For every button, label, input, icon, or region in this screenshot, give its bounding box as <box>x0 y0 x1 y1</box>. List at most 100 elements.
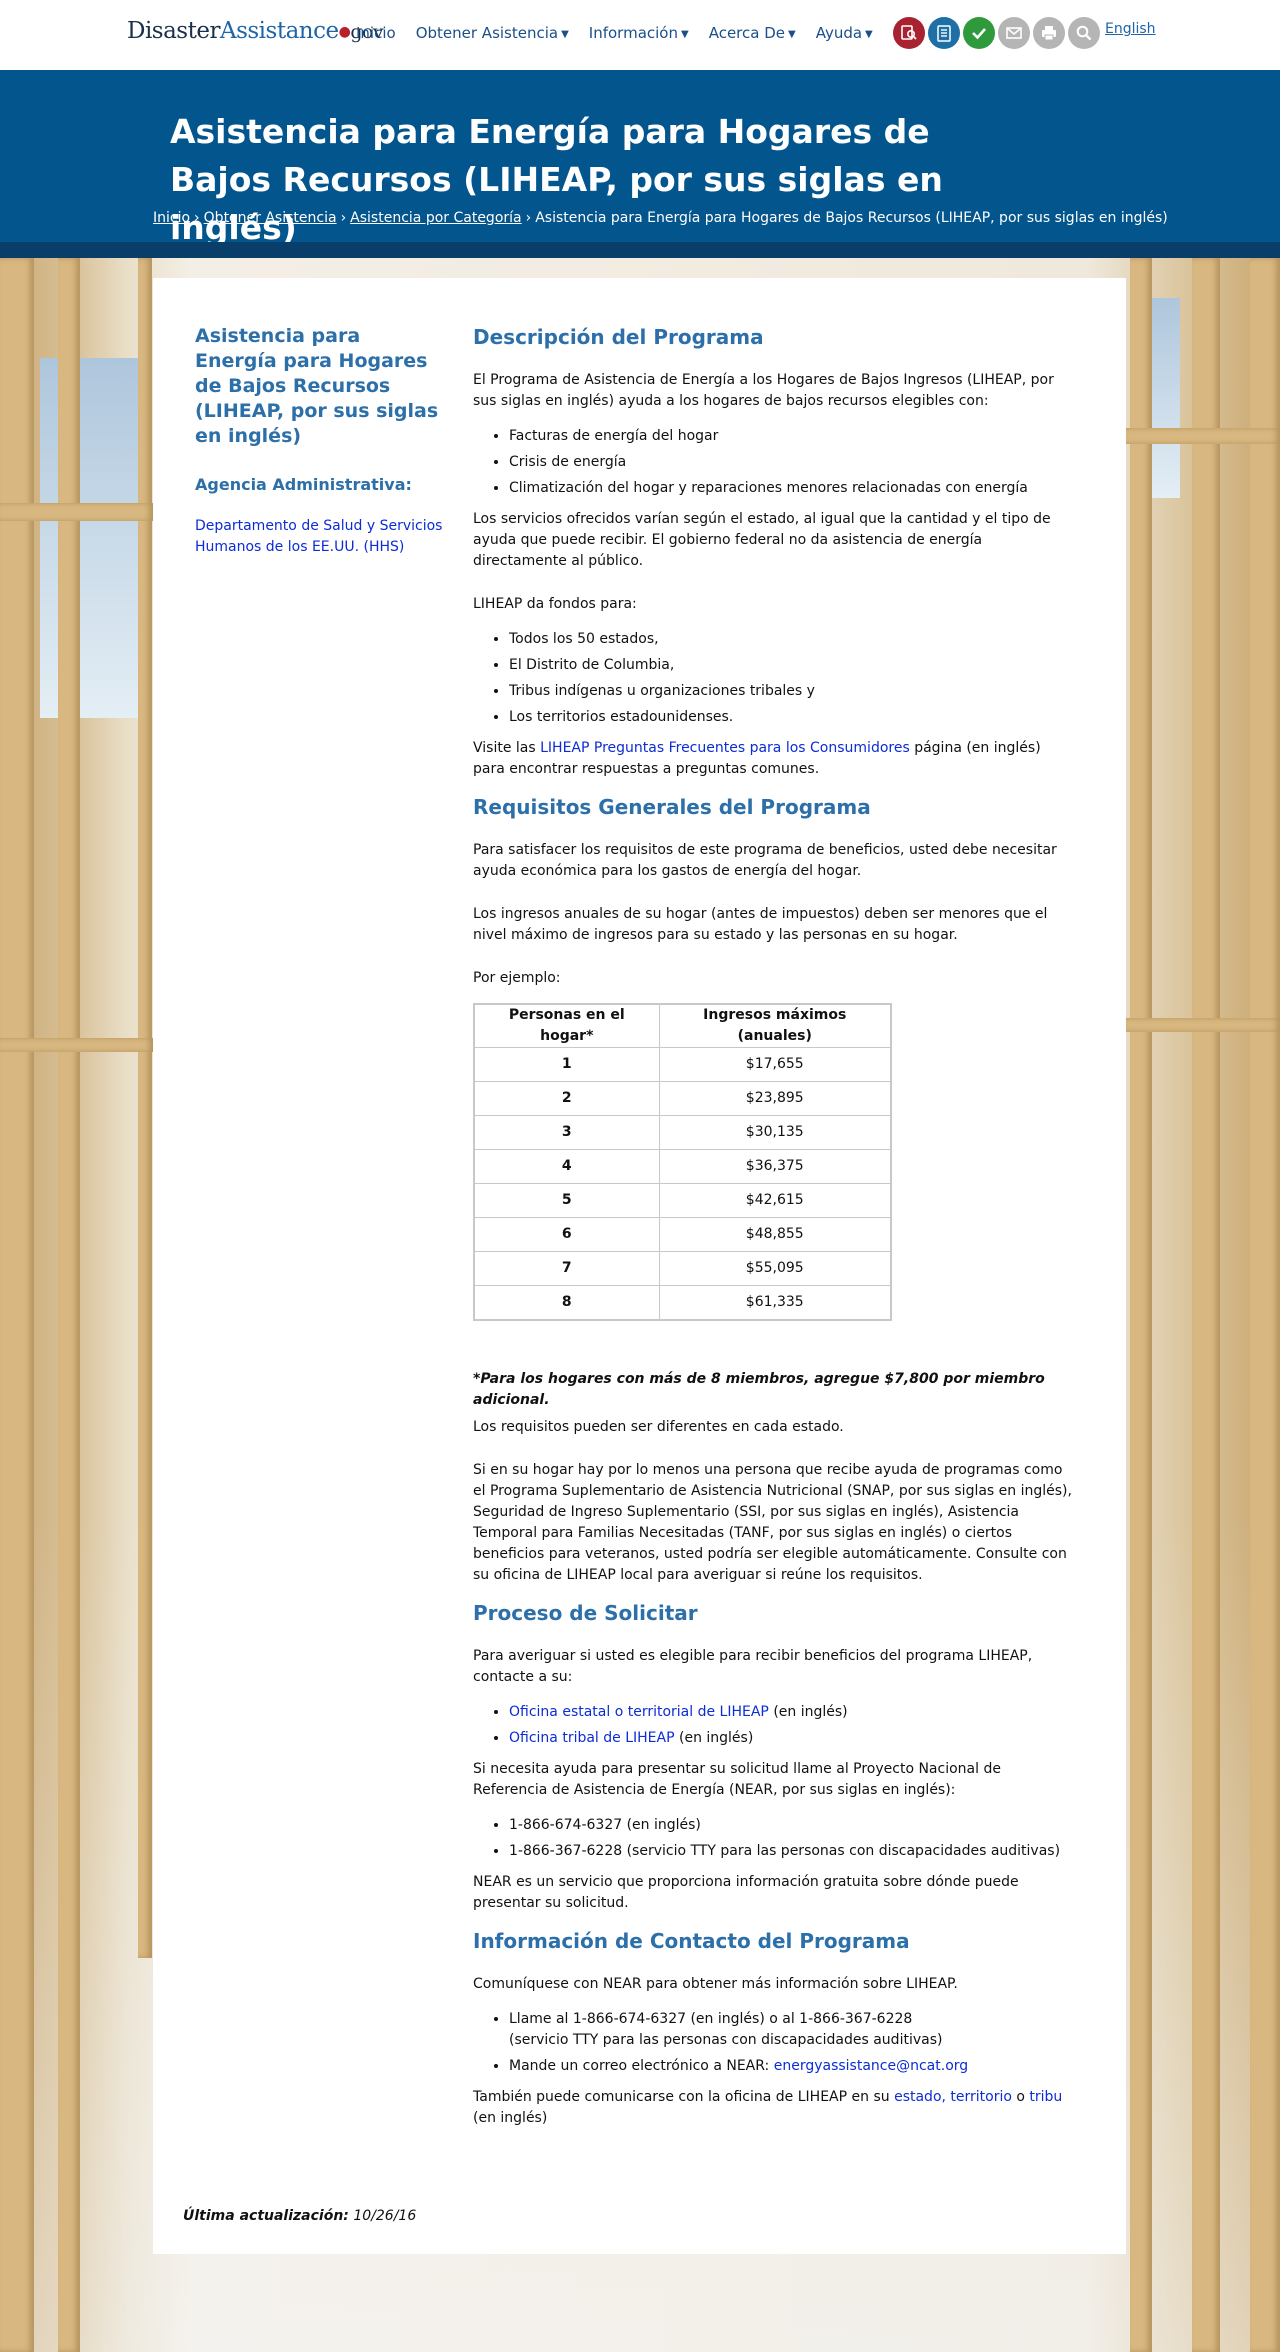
table-cell-persons: 5 <box>473 1183 660 1218</box>
page-banner: Asistencia para Energía para Hogares de … <box>0 70 1280 247</box>
table-cell-persons: 8 <box>473 1285 660 1320</box>
tribe-link[interactable]: tribu <box>1029 2089 1062 2105</box>
list-item: Los territorios estadounidenses. <box>509 707 1073 728</box>
apply-intro: Para averiguar si usted es elegible para… <box>473 1647 1033 1685</box>
table-cell-income: $36,375 <box>658 1149 892 1184</box>
near-intro: Si necesita ayuda para presentar su soli… <box>473 1760 1001 1798</box>
list-item: Oficina estatal o territorial de LIHEAP … <box>509 1702 1073 1723</box>
search-document-icon[interactable] <box>893 17 925 49</box>
table-cell-persons: 7 <box>473 1251 660 1286</box>
phones-list: 1-866-674-6327 (en inglés) 1-866-367-622… <box>473 1815 1073 1862</box>
state-office-link[interactable]: Oficina estatal o territorial de LIHEAP <box>509 1704 769 1720</box>
chevron-down-icon: ▼ <box>681 29 689 40</box>
list-item: El Distrito de Columbia, <box>509 655 1073 676</box>
checklist-icon[interactable] <box>928 17 960 49</box>
magnifier-icon[interactable] <box>1068 17 1100 49</box>
chevron-down-icon: ▼ <box>561 29 569 40</box>
section-heading-apply: Proceso de Solicitar <box>473 1600 698 1625</box>
breadcrumb-separator: › <box>194 210 200 226</box>
list-item: Todos los 50 estados, <box>509 629 1073 650</box>
table-header-income: Ingresos máximos (anuales) <box>658 1003 892 1048</box>
services-text: Los servicios ofrecidos varían según el … <box>473 511 1051 569</box>
breadcrumb-separator: › <box>340 210 347 226</box>
description-list: Facturas de energía del hogar Crisis de … <box>473 426 1073 499</box>
sidebar-title: Asistencia para Energía para Hogares de … <box>195 325 439 447</box>
email-icon[interactable] <box>998 17 1030 49</box>
table-cell-persons: 3 <box>473 1115 660 1150</box>
list-item: Facturas de energía del hogar <box>509 426 1073 447</box>
table-row: 7 $55,095 <box>473 1251 892 1286</box>
last-updated-label: Última actualización: <box>183 2208 349 2224</box>
nav-item-acerca-de[interactable]: Acerca De ▼ <box>709 24 796 42</box>
breadcrumb: Inicio › Obtener Asistencia › Asistencia por… <box>153 210 1168 226</box>
local-office-paragraph: También puede comunicarse con la oficina… <box>473 2088 1063 2126</box>
list-item: Llame al 1-866-674-6327 (en inglés) o al… <box>509 2009 1073 2051</box>
table-cell-persons: 2 <box>473 1081 660 1116</box>
main-content: Descripción del Programa El Programa de … <box>473 324 1073 2143</box>
table-row: 1 $17,655 <box>473 1047 892 1082</box>
nav-item-informacion[interactable]: Información ▼ <box>589 24 689 42</box>
description-intro: El Programa de Asistencia de Energía a l… <box>473 372 1054 409</box>
table-row: 5 $42,615 <box>473 1183 892 1218</box>
table-cell-income: $30,135 <box>658 1115 892 1150</box>
income-table: Personas en el hogar* Ingresos máximos (… <box>473 1003 892 1321</box>
breadcrumb-current: Asistencia para Energía para Hogares de … <box>535 210 1168 226</box>
requirements-p2: Los ingresos anuales de su hogar (antes … <box>473 906 1048 943</box>
requirements-p1: Para satisfacer los requisitos de este p… <box>473 842 1057 879</box>
last-updated-date: 10/26/16 <box>353 2208 417 2224</box>
list-item: 1-866-367-6228 (servicio TTY para las pe… <box>509 1841 1073 1862</box>
table-cell-income: $61,335 <box>658 1285 892 1320</box>
breadcrumb-link-inicio[interactable]: Inicio <box>153 210 190 226</box>
section-heading-description: Descripción del Programa <box>473 325 764 349</box>
list-item: Tribus indígenas u organizaciones tribal… <box>509 681 1073 702</box>
checkmark-icon[interactable] <box>963 17 995 49</box>
faq-link[interactable]: LIHEAP Preguntas Frecuentes para los Con… <box>540 740 910 756</box>
top-navigation-bar: DisasterAssistance●gov Inicio Obtener As… <box>0 0 1280 70</box>
english-language-link[interactable]: English <box>1105 21 1156 37</box>
table-cell-persons: 4 <box>473 1149 660 1184</box>
logo-text-assistance: Assistance <box>219 18 339 44</box>
list-item: Oficina tribal de LIHEAP (en inglés) <box>509 1728 1073 1749</box>
contact-list: Llame al 1-866-674-6327 (en inglés) o al… <box>473 2009 1073 2077</box>
main-nav: Inicio Obtener Asistencia ▼ Información ▼ … <box>356 24 893 42</box>
last-updated: Última actualización: 10/26/16 <box>183 2208 416 2224</box>
table-cell-persons: 1 <box>473 1047 660 1082</box>
table-footnote: *Para los hogares con más de 8 miembros,… <box>473 1370 1045 1408</box>
list-item: Mande un correo electrónico a NEAR: ener… <box>509 2056 1073 2077</box>
section-heading-requirements: Requisitos Generales del Programa <box>473 795 871 819</box>
table-cell-income: $48,855 <box>658 1217 892 1252</box>
breadcrumb-link-asistencia-por-categoria[interactable]: Asistencia por Categoría <box>350 210 521 226</box>
table-row: 3 $30,135 <box>473 1115 892 1150</box>
funds-label: LIHEAP da fondos para: <box>473 596 637 612</box>
agency-link-hhs[interactable]: Departamento de Salud y Servicios Humano… <box>195 516 445 558</box>
automatic-eligibility-text: Si en su hogar hay por lo menos una pers… <box>473 1461 1072 1583</box>
table-row: 2 $23,895 <box>473 1081 892 1116</box>
tribal-office-link[interactable]: Oficina tribal de LIHEAP <box>509 1730 675 1746</box>
print-icon[interactable] <box>1033 17 1065 49</box>
chevron-down-icon: ▼ <box>865 29 873 40</box>
table-cell-income: $55,095 <box>658 1251 892 1286</box>
nav-item-obtener-asistencia[interactable]: Obtener Asistencia ▼ <box>416 24 569 42</box>
state-territory-link[interactable]: estado, territorio <box>894 2089 1012 2105</box>
logo-dot: ● <box>338 24 351 40</box>
breadcrumb-separator: › <box>525 210 532 226</box>
site-logo[interactable]: DisasterAssistance●gov <box>127 18 384 44</box>
list-item: Crisis de energía <box>509 452 1073 473</box>
toolbar-icons <box>893 17 1103 49</box>
logo-text-disaster: Disaster <box>127 18 220 44</box>
list-item: Climatización del hogar y reparaciones m… <box>509 478 1073 499</box>
example-label: Por ejemplo: <box>473 970 561 986</box>
faq-paragraph: Visite las LIHEAP Preguntas Frecuentes p… <box>473 740 1041 777</box>
contact-intro: Comuníquese con NEAR para obtener más in… <box>473 1975 958 1992</box>
agency-label: Agencia Administrativa: <box>195 475 412 494</box>
content-card: Asistencia para Energía para Hogares de … <box>153 278 1126 2254</box>
table-cell-income: $23,895 <box>658 1081 892 1116</box>
section-heading-contact: Información de Contacto del Programa <box>473 1928 910 1953</box>
nav-item-ayuda[interactable]: Ayuda ▼ <box>816 24 873 42</box>
table-row: 8 $61,335 <box>473 1285 892 1320</box>
table-header-persons: Personas en el hogar* <box>473 1003 660 1048</box>
requirements-differ: Los requisitos pueden ser diferentes en … <box>473 1418 844 1435</box>
breadcrumb-link-obtener-asistencia[interactable]: Obtener Asistencia <box>204 210 337 226</box>
email-link[interactable]: energyassistance@ncat.org <box>774 2058 968 2074</box>
nav-item-inicio[interactable]: Inicio <box>356 24 396 42</box>
